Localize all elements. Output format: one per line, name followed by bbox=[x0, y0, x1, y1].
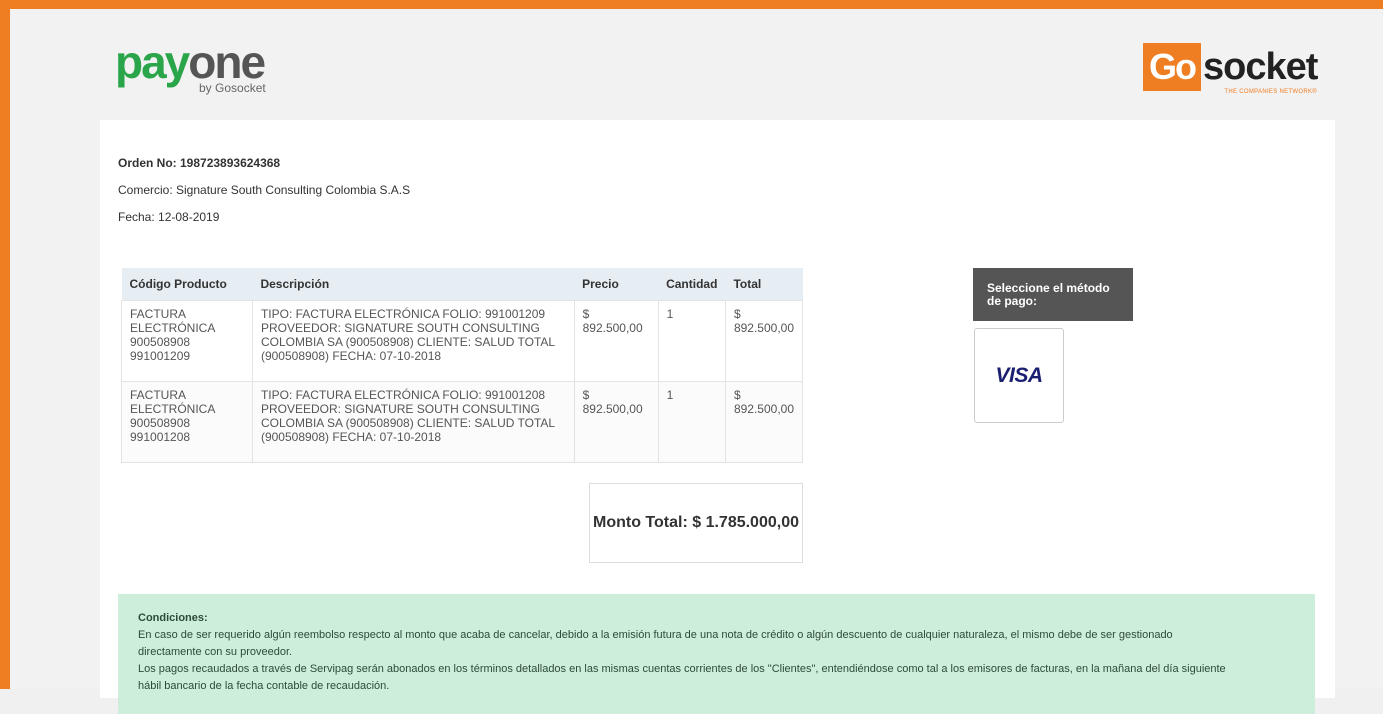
payone-by: by Gosocket bbox=[199, 81, 266, 95]
description-line: TIPO: FACTURA ELECTRÓNICA FOLIO: 9910012… bbox=[260, 307, 546, 321]
cell-price: $ 892.500,00 bbox=[573, 300, 659, 382]
code-line: ELECTRÓNICA bbox=[130, 402, 216, 416]
cell-price: $ 892.500,00 bbox=[573, 381, 659, 463]
gosocket-rest: socket bbox=[1203, 46, 1318, 88]
gosocket-tagline: THE COMPANIES NETWORK® bbox=[1224, 89, 1317, 95]
page-frame: payone by Gosocket Go socket THE COMPANI… bbox=[0, 0, 1383, 714]
code-line: 991001209 bbox=[130, 349, 191, 363]
conditions-panel: Condiciones: En caso de ser requerido al… bbox=[118, 594, 1315, 714]
col-header-description: Descripción bbox=[252, 268, 575, 301]
code-line: FACTURA bbox=[130, 388, 187, 402]
col-header-total: Total bbox=[725, 268, 803, 301]
conditions-line: directamente con su proveedor. bbox=[138, 646, 293, 658]
order-date: Fecha: 12-08-2019 bbox=[118, 210, 220, 224]
conditions-title: Condiciones: bbox=[138, 612, 208, 624]
order-merchant: Comercio: Signature South Consulting Col… bbox=[118, 183, 411, 197]
conditions-line: hábil bancario de la fecha contable de r… bbox=[138, 680, 390, 692]
cell-description: TIPO: FACTURA ELECTRÓNICA FOLIO: 9910012… bbox=[251, 381, 575, 463]
description-line: PROVEEDOR: SIGNATURE SOUTH CONSULTING bbox=[260, 402, 540, 416]
cell-quantity: 1 bbox=[657, 300, 726, 382]
code-line: 900508908 bbox=[130, 416, 191, 430]
order-info: Orden No: 198723893624368 Comercio: Sign… bbox=[118, 156, 410, 237]
conditions-line: Los pagos recaudados a través de Servipa… bbox=[138, 663, 1226, 675]
order-card: Orden No: 198723893624368 Comercio: Sign… bbox=[100, 120, 1335, 714]
description-line: PROVEEDOR: SIGNATURE SOUTH CONSULTING bbox=[260, 321, 540, 335]
cell-quantity: 1 bbox=[657, 381, 726, 463]
payone-logo: payone by Gosocket bbox=[115, 39, 295, 99]
code-line: 900508908 bbox=[130, 335, 191, 349]
cell-total: $ 892.500,00 bbox=[724, 300, 804, 382]
table-header-row: Código Producto Descripción Precio Canti… bbox=[121, 268, 803, 301]
description-line: (900508908) FECHA: 07-10-2018 bbox=[260, 349, 442, 363]
description-line: (900508908) FECHA: 07-10-2018 bbox=[260, 430, 442, 444]
col-header-quantity: Cantidad bbox=[658, 268, 726, 301]
order-number: Orden No: 198723893624368 bbox=[118, 156, 281, 170]
code-line: 991001208 bbox=[130, 430, 191, 444]
description-line: COLOMBIA SA (900508908) CLIENTE: SALUD T… bbox=[260, 335, 556, 349]
payone-main: pay bbox=[115, 36, 190, 88]
cell-code: FACTURA ELECTRÓNICA 900508908 991001209 bbox=[121, 300, 253, 382]
conditions-line: En caso de ser requerido algún reembolso… bbox=[138, 629, 1173, 641]
cell-description: TIPO: FACTURA ELECTRÓNICA FOLIO: 9910012… bbox=[251, 300, 575, 382]
code-line: FACTURA bbox=[130, 307, 187, 321]
description-line: COLOMBIA SA (900508908) CLIENTE: SALUD T… bbox=[260, 416, 556, 430]
cell-total: $ 892.500,00 bbox=[724, 381, 804, 463]
description-line: TIPO: FACTURA ELECTRÓNICA FOLIO: 9910012… bbox=[260, 388, 546, 402]
table-row: FACTURA ELECTRÓNICA 900508908 991001208 … bbox=[121, 381, 804, 463]
code-line: ELECTRÓNICA bbox=[130, 321, 216, 335]
total-amount: Monto Total: $ 1.785.000,00 bbox=[589, 483, 803, 563]
gosocket-go: Go bbox=[1143, 43, 1201, 91]
visa-payment-button[interactable]: VISA bbox=[974, 328, 1064, 423]
cell-code: FACTURA ELECTRÓNICA 900508908 991001208 bbox=[121, 381, 253, 463]
visa-icon: VISA bbox=[995, 363, 1043, 387]
col-header-price: Precio bbox=[574, 268, 659, 301]
gosocket-logo: Go socket THE COMPANIES NETWORK® bbox=[1125, 35, 1325, 99]
col-header-code: Código Producto bbox=[121, 268, 253, 301]
payone-wordmark: payone bbox=[115, 36, 266, 88]
payment-method-header: Seleccione el método de pago: bbox=[973, 268, 1133, 321]
table-row: FACTURA ELECTRÓNICA 900508908 991001209 … bbox=[121, 300, 804, 382]
products-table: Código Producto Descripción Precio Canti… bbox=[121, 268, 804, 463]
header: payone by Gosocket Go socket THE COMPANI… bbox=[100, 31, 1325, 101]
